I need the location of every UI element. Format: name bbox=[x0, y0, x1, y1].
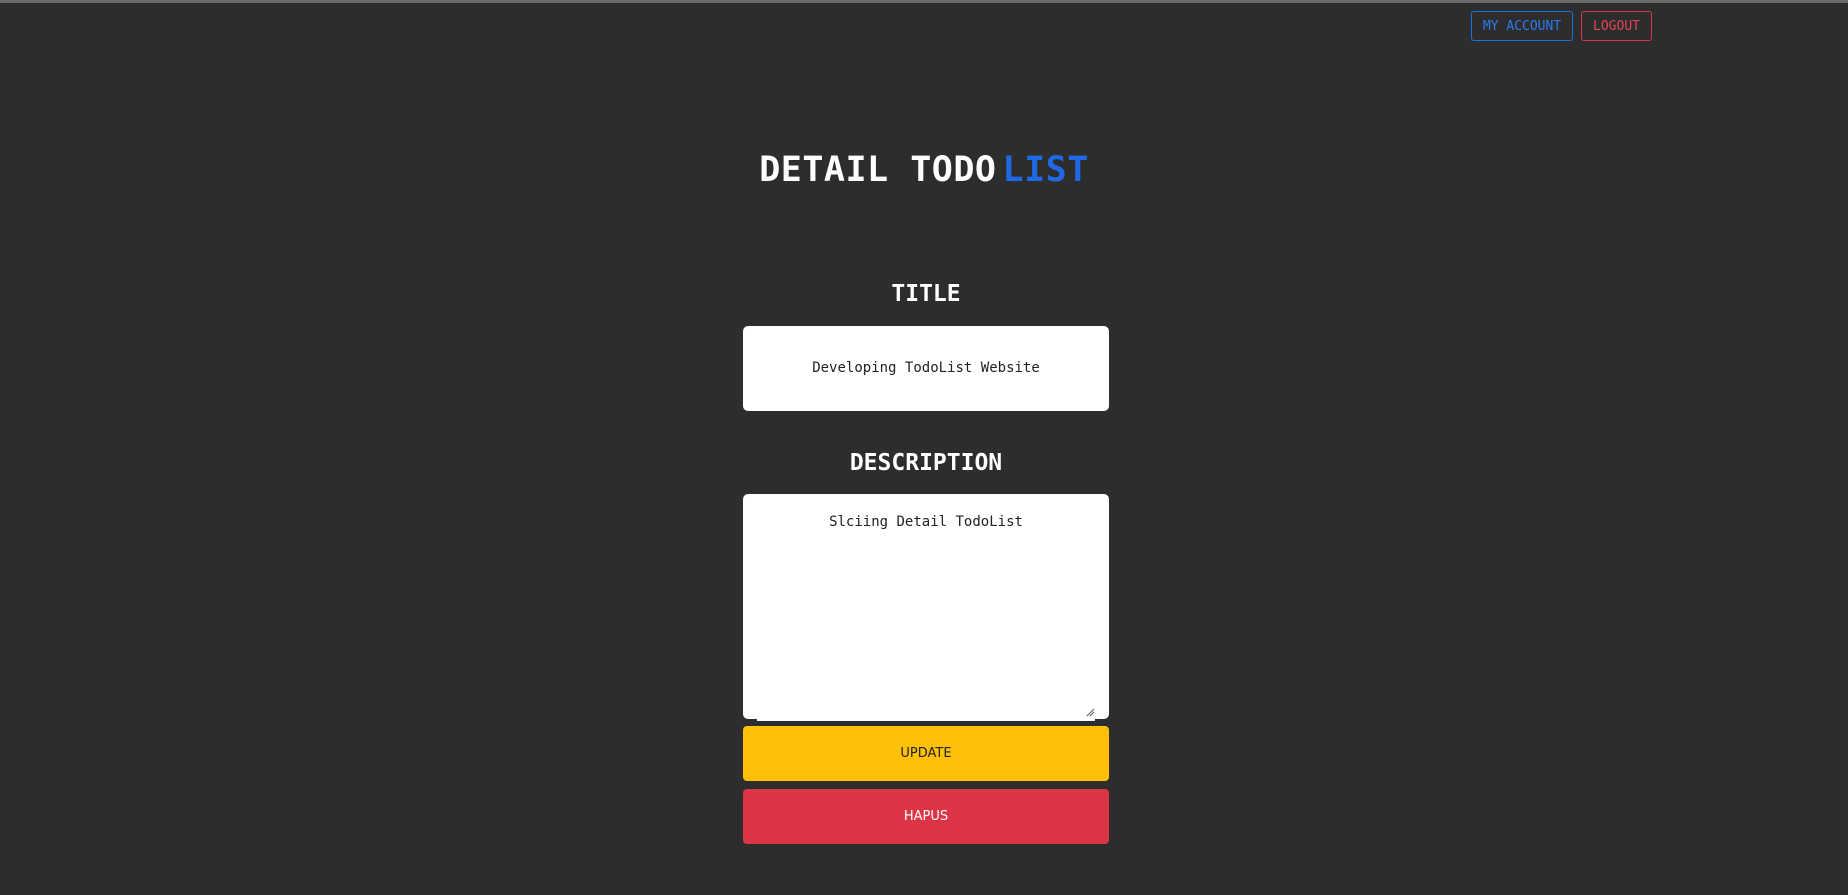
delete-button[interactable]: HAPUS bbox=[743, 789, 1109, 844]
title-input[interactable]: Developing TodoList Website bbox=[743, 326, 1109, 411]
page-title-accent: LIST bbox=[1002, 150, 1089, 190]
description-label: DESCRIPTION bbox=[849, 450, 1003, 476]
resize-grip-icon[interactable] bbox=[1085, 707, 1095, 717]
textarea-bottom-edge bbox=[757, 719, 1095, 721]
top-nav: MY ACCOUNT LOGOUT bbox=[1471, 11, 1652, 41]
window-top-border bbox=[0, 0, 1848, 3]
description-textarea[interactable]: Slciing Detail TodoList bbox=[743, 494, 1109, 719]
logout-button[interactable]: LOGOUT bbox=[1581, 11, 1652, 41]
title-label: TITLE bbox=[891, 281, 961, 307]
my-account-button[interactable]: MY ACCOUNT bbox=[1471, 11, 1573, 41]
page-title-main: DETAIL TODO bbox=[759, 150, 997, 190]
page-title: DETAIL TODO LIST bbox=[0, 150, 1848, 190]
description-text: Slciing Detail TodoList bbox=[829, 514, 1023, 530]
update-button[interactable]: UPDATE bbox=[743, 726, 1109, 781]
